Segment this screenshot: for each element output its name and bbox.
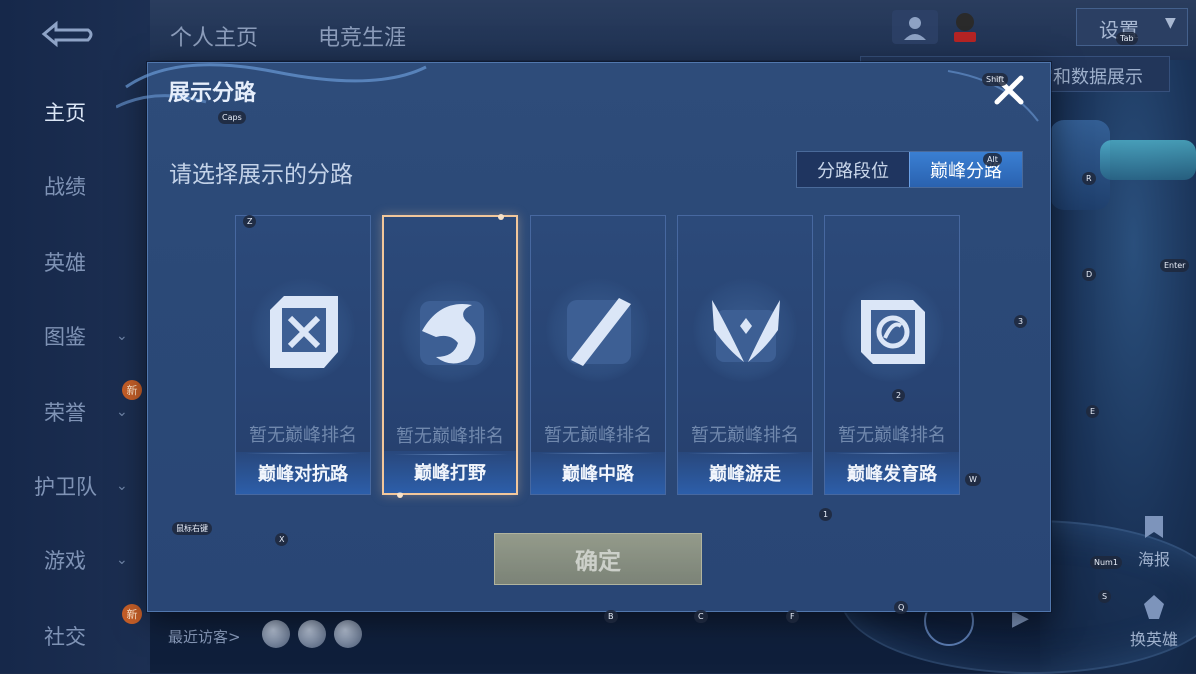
key-hint: 鼠标右键 — [172, 522, 212, 535]
corner-marker — [498, 214, 504, 220]
key-hint: W — [965, 473, 981, 486]
poster-button[interactable]: 海报 — [1124, 512, 1184, 570]
chevron-down-icon: ⌄ — [116, 552, 128, 568]
decorative-swirl — [116, 63, 427, 109]
key-hint: Q — [894, 601, 909, 614]
hero-weapon — [1100, 140, 1196, 180]
lane-name: 巅峰打野 — [384, 451, 516, 493]
key-hint: B — [604, 610, 618, 623]
key-hint: Tab — [1116, 32, 1138, 45]
key-hint: 1 — [819, 508, 833, 521]
change-hero-button[interactable]: 换英雄 — [1124, 592, 1184, 650]
profile-icon[interactable] — [892, 10, 938, 44]
chevron-down-icon: ⌄ — [116, 328, 128, 344]
selection-prompt: 请选择展示的分路 — [169, 162, 353, 188]
sidebar-item-record[interactable]: 战绩 — [0, 166, 150, 206]
key-hint: C — [694, 610, 708, 623]
key-hint: Caps — [218, 111, 246, 124]
lane-card-jungle[interactable]: 暂无巅峰排名 巅峰打野 — [382, 214, 518, 498]
poster-icon — [1145, 516, 1163, 538]
peak-rank-text: 暂无巅峰排名 — [544, 425, 652, 446]
recent-visitors-link[interactable]: 最近访客> — [168, 626, 241, 647]
tab-peak-lane[interactable]: 巅峰分路 — [909, 152, 1022, 187]
dragon-jungle-icon — [420, 301, 484, 365]
tab-lane-rank[interactable]: 分路段位 — [797, 152, 909, 187]
hero-swap-icon — [1144, 595, 1164, 619]
key-hint: 3 — [1014, 315, 1028, 328]
back-arrow-icon — [41, 20, 93, 48]
lane-card-top[interactable]: 暂无巅峰排名 巅峰对抗路 — [235, 215, 371, 495]
lane-display-modal: 展示分路 请选择展示的分路 分路段位 巅峰分路 暂无巅峰排名 巅峰对抗路 暂无巅… — [116, 62, 1051, 612]
lane-name: 巅峰游走 — [678, 452, 812, 494]
key-hint: Alt — [983, 153, 1002, 166]
modal-title: 展示分路 — [168, 81, 257, 106]
sidebar-item-heroes[interactable]: 英雄 — [0, 242, 150, 282]
poster-label: 海报 — [1137, 550, 1170, 569]
avatar[interactable] — [334, 620, 362, 648]
sword-lane-icon — [270, 296, 338, 368]
lane-name: 巅峰对抗路 — [236, 452, 370, 494]
peak-rank-text: 暂无巅峰排名 — [691, 425, 799, 446]
peak-rank-text: 暂无巅峰排名 — [249, 425, 357, 446]
key-hint: 2 — [892, 389, 906, 402]
chevron-down-icon: ⌄ — [116, 404, 128, 420]
wings-roam-icon — [712, 300, 780, 362]
avatar[interactable] — [262, 620, 290, 648]
key-hint: Num1 — [1090, 556, 1122, 569]
peak-rank-text: 暂无巅峰排名 — [396, 426, 504, 447]
tab-esports-career[interactable]: 电竞生涯 — [318, 20, 406, 52]
key-hint: Enter — [1160, 259, 1190, 272]
key-hint: D — [1082, 268, 1097, 281]
lane-card-mid[interactable]: 暂无巅峰排名 巅峰中路 — [530, 215, 666, 495]
sidebar-item-guard-team[interactable]: 护卫队 ⌄ — [0, 466, 150, 506]
lane-card-roam[interactable]: 暂无巅峰排名 巅峰游走 — [677, 215, 813, 495]
new-badge: 新 — [122, 380, 142, 400]
sidebar-item-game[interactable]: 游戏 ⌄ — [0, 540, 150, 580]
change-hero-label: 换英雄 — [1129, 630, 1178, 649]
lane-name: 巅峰中路 — [531, 452, 665, 494]
key-hint: S — [1098, 590, 1112, 603]
avatar[interactable] — [298, 620, 326, 648]
confirm-button[interactable]: 确定 — [494, 533, 702, 585]
key-hint: E — [1086, 405, 1100, 418]
peak-rank-text: 暂无巅峰排名 — [838, 425, 946, 446]
tab-personal-home[interactable]: 个人主页 — [170, 20, 258, 52]
chevron-down-icon: ⌄ — [116, 478, 128, 494]
key-hint: F — [786, 610, 799, 623]
lane-name: 巅峰发育路 — [825, 452, 959, 494]
chevron-down-icon: ▼ — [1165, 15, 1176, 31]
new-badge: 新 — [122, 604, 142, 624]
sidebar-item-codex[interactable]: 图鉴 ⌄ — [0, 316, 150, 356]
vip-icon[interactable] — [950, 10, 996, 44]
back-button[interactable] — [36, 18, 100, 50]
lane-card-farm[interactable]: 暂无巅峰排名 巅峰发育路 — [824, 215, 960, 495]
farm-lane-icon — [861, 300, 925, 364]
key-hint: Shift — [982, 73, 1009, 86]
mid-lane-icon — [567, 298, 631, 366]
key-hint: R — [1082, 172, 1096, 185]
